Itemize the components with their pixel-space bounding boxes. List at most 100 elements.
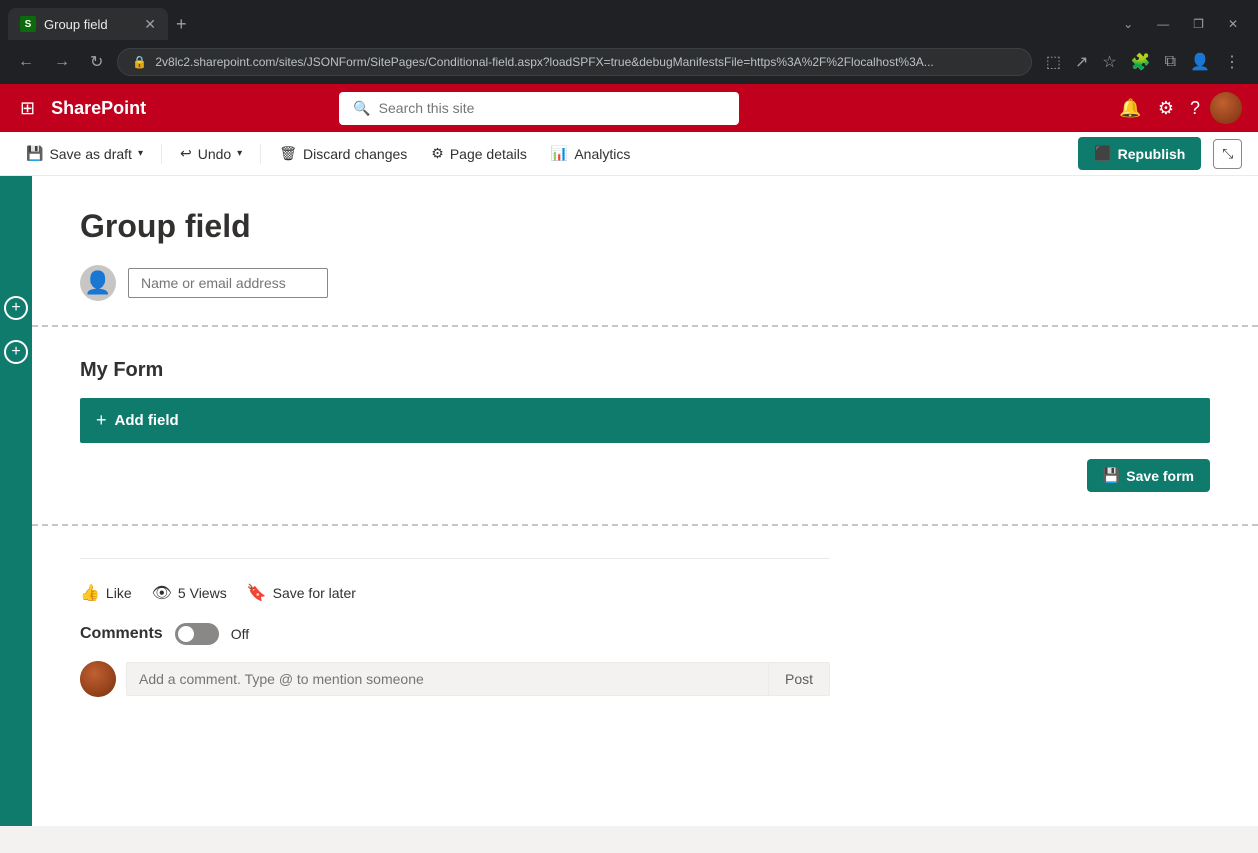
lock-icon: 🔒 (132, 55, 147, 69)
save-as-draft-button[interactable]: 💾 Save as draft ▾ (16, 141, 153, 166)
collapse-button[interactable]: ⤡ (1213, 139, 1242, 169)
republish-icon: ⬛ (1094, 145, 1111, 162)
search-box: 🔍 (339, 92, 739, 125)
avatar-placeholder-icon: 👤 (84, 270, 111, 296)
form-title: My Form (80, 359, 1210, 382)
extensions-icon-btn[interactable]: 🧩 (1125, 48, 1157, 76)
sharepoint-logo[interactable]: SharePoint (51, 98, 146, 119)
toolbar-sep-1 (161, 144, 162, 164)
window-close-btn[interactable]: ✕ (1216, 13, 1250, 35)
like-icon: 👍 (80, 583, 100, 603)
search-icon: 🔍 (353, 100, 370, 117)
address-bar-row: ← → ↻ 🔒 2v8lc2.sharepoint.com/sites/JSON… (0, 40, 1258, 84)
refresh-button[interactable]: ↻ (84, 48, 109, 76)
add-field-button[interactable]: + Add field (80, 398, 1210, 443)
share-icon-btn[interactable]: ↗ (1069, 48, 1094, 76)
comments-toggle[interactable] (175, 623, 219, 645)
post-comment-button[interactable]: Post (768, 663, 829, 695)
new-tab-button[interactable]: + (168, 10, 195, 39)
toggle-slider (175, 623, 219, 645)
republish-label: Republish (1118, 146, 1186, 162)
collapse-icon: ⤡ (1222, 146, 1233, 161)
save-as-draft-label: Save as draft (49, 146, 132, 162)
address-bar[interactable]: 🔒 2v8lc2.sharepoint.com/sites/JSONForm/S… (117, 48, 1031, 76)
page-content: + + Group field 👤 My Form + Add field 💾 (0, 176, 1258, 826)
tab-close-button[interactable]: ✕ (144, 16, 156, 33)
comment-input[interactable] (127, 663, 768, 695)
left-sidebar: + + (0, 176, 32, 826)
like-button[interactable]: 👍 Like (80, 583, 132, 603)
page-main-content: Group field 👤 My Form + Add field 💾 Save… (32, 176, 1258, 826)
cast-icon-btn[interactable]: ⬚ (1040, 48, 1067, 76)
comments-header: Comments Off (80, 623, 1210, 645)
tab-title: Group field (44, 17, 108, 32)
comment-input-wrap: Post (126, 662, 830, 696)
browser-chrome: S Group field ✕ + ⌄ — ❐ ✕ ← → ↻ 🔒 2v8lc2… (0, 0, 1258, 84)
search-input[interactable] (379, 100, 726, 116)
add-field-plus-icon: + (96, 410, 107, 431)
window-chevron-btn[interactable]: ⌄ (1111, 13, 1145, 35)
footer-divider (80, 558, 830, 559)
page-toolbar: 💾 Save as draft ▾ ↩ Undo ▾ 🗑 Discard cha… (0, 132, 1258, 176)
active-tab[interactable]: S Group field ✕ (8, 8, 168, 40)
save-draft-icon: 💾 (26, 145, 43, 162)
undo-dropdown-icon[interactable]: ▾ (237, 148, 242, 159)
profile-icon-btn[interactable]: 👤 (1184, 48, 1216, 76)
window-controls: ⌄ — ❐ ✕ (1111, 13, 1250, 35)
footer-section: 👍 Like 👁 5 Views 🔖 Save for later (32, 526, 1258, 721)
undo-button[interactable]: ↩ Undo ▾ (170, 141, 252, 166)
save-draft-dropdown-icon[interactable]: ▾ (138, 148, 143, 159)
menu-icon-btn[interactable]: ⋮ (1218, 48, 1246, 76)
window-minimize-btn[interactable]: — (1145, 13, 1181, 35)
save-form-label: Save form (1126, 468, 1194, 484)
footer-actions-row: 👍 Like 👁 5 Views 🔖 Save for later (80, 583, 1210, 603)
discard-icon: 🗑 (279, 145, 297, 162)
sidebar-add-button-bottom[interactable]: + (4, 340, 28, 364)
browser-toolbar-icons: ⬚ ↗ ☆ 🧩 ⧉ 👤 ⋮ (1040, 48, 1246, 76)
save-for-later-label: Save for later (273, 585, 356, 601)
save-form-icon: 💾 (1103, 467, 1120, 484)
views-button[interactable]: 👁 5 Views (152, 583, 227, 603)
commenter-avatar-image (80, 661, 116, 697)
notifications-button[interactable]: 🔔 (1113, 92, 1147, 125)
settings-button[interactable]: ⚙ (1152, 92, 1180, 125)
back-button[interactable]: ← (12, 49, 40, 75)
header-actions: 🔔 ⚙ ? (1113, 92, 1242, 125)
analytics-button[interactable]: 📊 Analytics (541, 141, 640, 166)
page-header-section: Group field 👤 (32, 176, 1258, 327)
url-text: 2v8lc2.sharepoint.com/sites/JSONForm/Sit… (155, 55, 933, 69)
save-form-button[interactable]: 💾 Save form (1087, 459, 1210, 492)
comments-section: Comments Off Post (80, 623, 1210, 697)
comment-input-row: Post (80, 661, 830, 697)
forward-button[interactable]: → (48, 49, 76, 75)
save-for-later-button[interactable]: 🔖 Save for later (247, 583, 356, 603)
sharepoint-name: SharePoint (51, 98, 146, 119)
people-picker-input[interactable] (128, 268, 328, 298)
page-details-button[interactable]: ⚙ Page details (421, 141, 537, 166)
undo-icon: ↩ (180, 145, 192, 162)
tab-bar: S Group field ✕ + ⌄ — ❐ ✕ (0, 0, 1258, 40)
analytics-label: Analytics (574, 146, 630, 162)
sidebar-add-button-top[interactable]: + (4, 296, 28, 320)
comments-toggle-status: Off (231, 626, 249, 642)
republish-button[interactable]: ⬛ Republish (1078, 137, 1201, 170)
people-picker-row: 👤 (80, 265, 1210, 301)
waffle-icon[interactable]: ⊞ (16, 94, 39, 123)
bookmark-icon-btn[interactable]: ☆ (1096, 48, 1122, 76)
analytics-icon: 📊 (551, 145, 568, 162)
window-maximize-btn[interactable]: ❐ (1181, 13, 1216, 35)
discard-changes-button[interactable]: 🗑 Discard changes (269, 141, 417, 166)
user-avatar[interactable] (1210, 92, 1242, 124)
page-details-label: Page details (450, 146, 527, 162)
form-section: My Form + Add field 💾 Save form (32, 327, 1258, 526)
page-title: Group field (80, 208, 1210, 245)
like-label: Like (106, 585, 132, 601)
undo-label: Undo (198, 146, 231, 162)
bookmark-icon: 🔖 (247, 583, 267, 603)
comments-label: Comments (80, 625, 163, 643)
help-button[interactable]: ? (1184, 92, 1206, 125)
page-details-icon: ⚙ (431, 145, 444, 162)
sharepoint-header: ⊞ SharePoint 🔍 🔔 ⚙ ? (0, 84, 1258, 132)
save-form-area: 💾 Save form (80, 459, 1210, 492)
split-view-icon-btn[interactable]: ⧉ (1159, 49, 1182, 75)
